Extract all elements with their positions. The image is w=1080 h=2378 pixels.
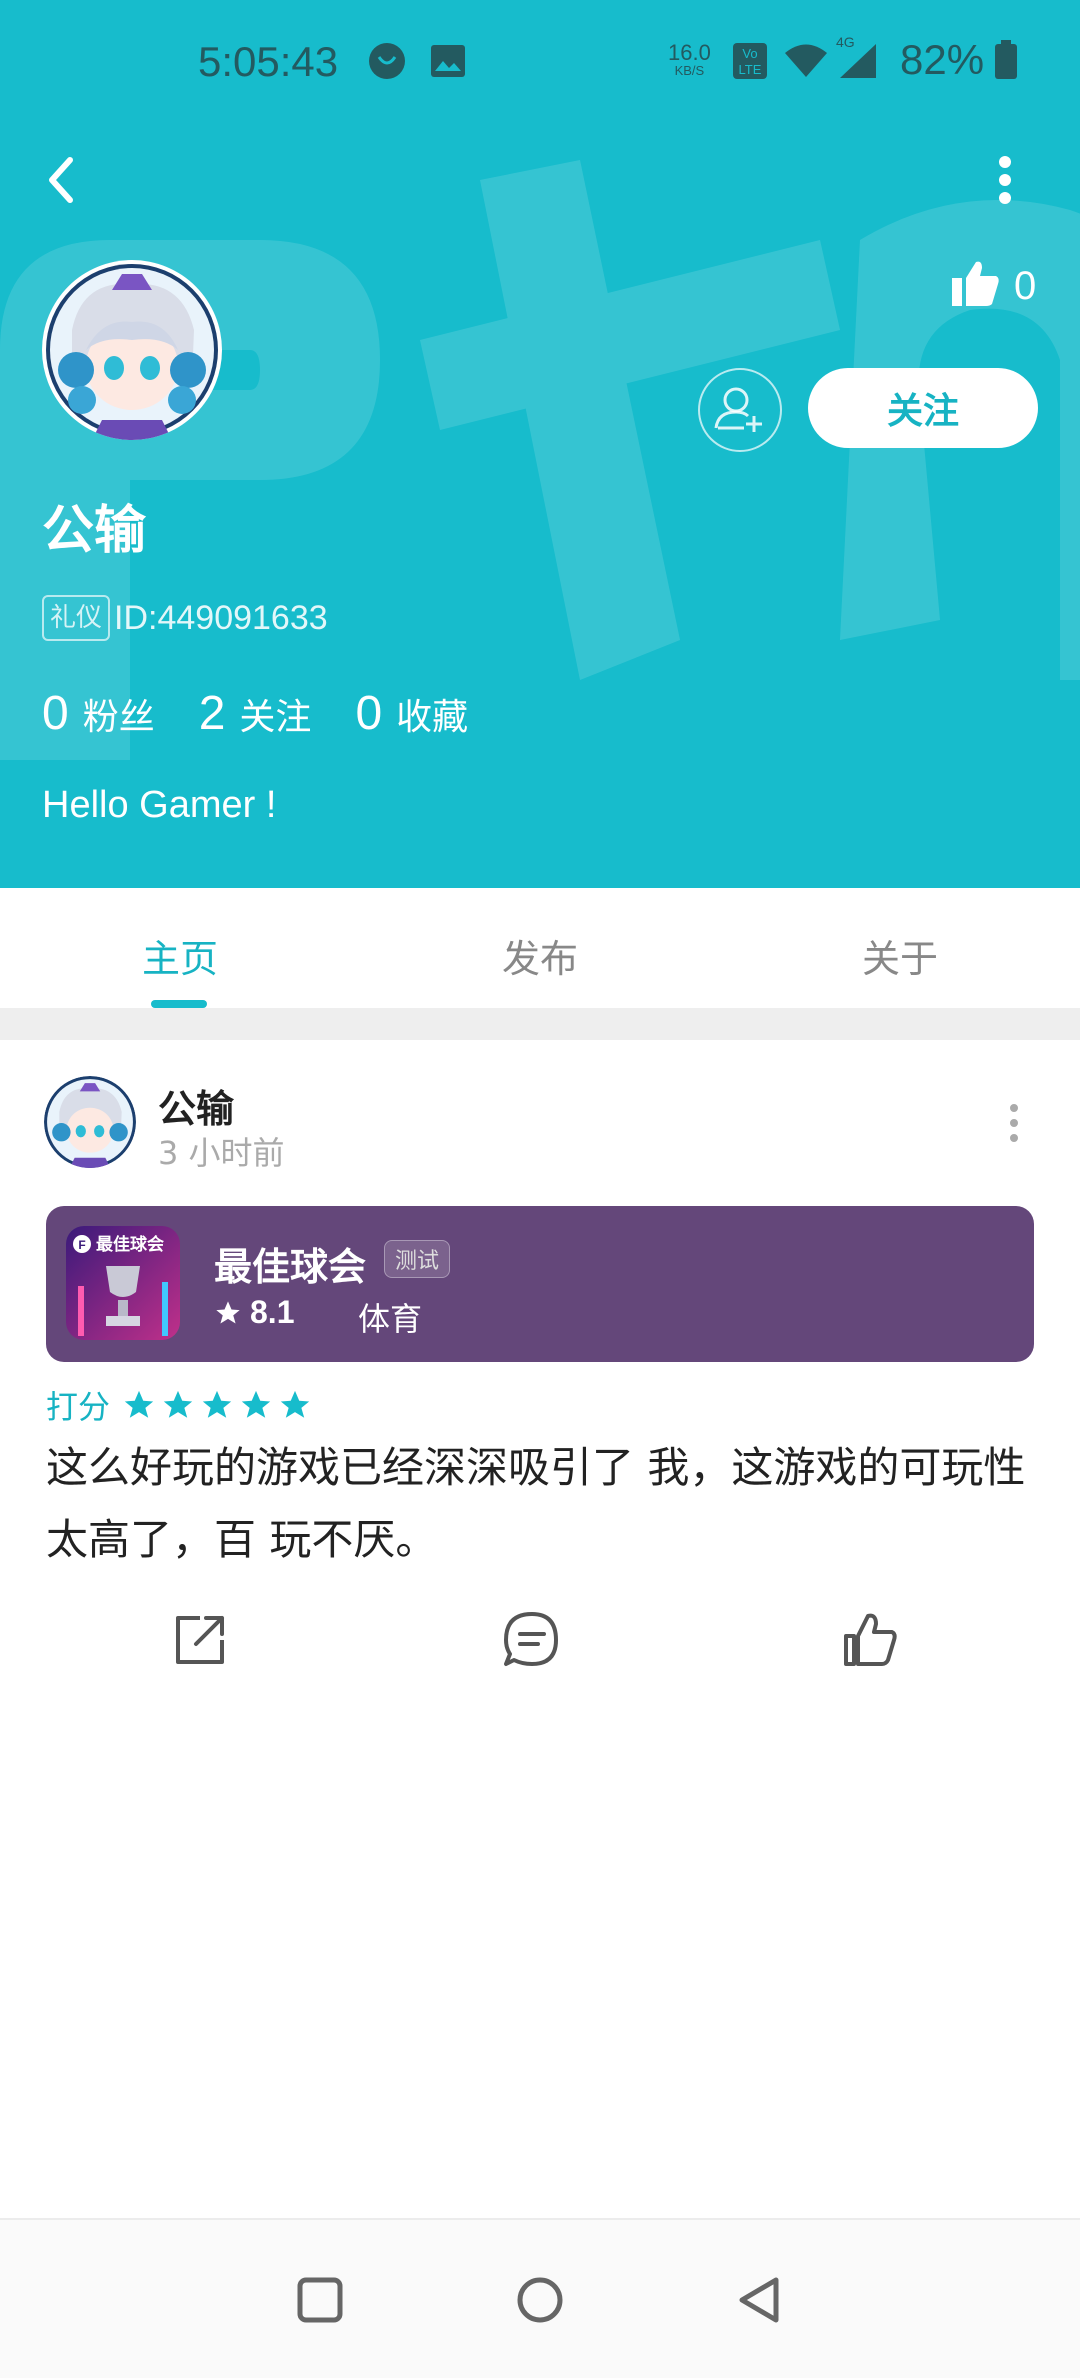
star-icon xyxy=(124,1390,154,1418)
star-icon xyxy=(163,1390,193,1418)
game-title: 最佳球会 xyxy=(214,1245,367,1289)
star-icon xyxy=(216,1300,240,1323)
svg-text:F: F xyxy=(78,1238,85,1252)
game-test-badge: 测试 xyxy=(384,1240,451,1278)
share-icon[interactable] xyxy=(170,1610,230,1670)
profile-username: 公输 xyxy=(42,501,147,561)
profile-header: 5:05:43 16.0 KB/S Vo LTE 4G 82% 0 关注 公输 … xyxy=(0,0,1080,888)
rating-row: 打分 xyxy=(46,1382,317,1428)
post-more-icon[interactable] xyxy=(994,1098,1034,1148)
favorites-label[interactable]: 收藏 xyxy=(396,688,468,740)
recent-apps-icon[interactable] xyxy=(290,2270,350,2330)
post-author-avatar[interactable] xyxy=(44,1076,136,1168)
profile-tabs: 主页 发布 关于 xyxy=(0,888,1080,1008)
fans-label[interactable]: 粉丝 xyxy=(83,688,155,740)
status-bar: 5:05:43 16.0 KB/S Vo LTE 4G 82% xyxy=(0,0,1080,120)
add-user-icon xyxy=(714,387,762,432)
post-content[interactable]: 这么好玩的游戏已经深深吸引了 我，这游戏的可玩性太高了，百 玩不厌。 xyxy=(46,1432,1036,1576)
home-icon[interactable] xyxy=(510,2270,570,2330)
like-icon[interactable] xyxy=(840,1610,900,1670)
tab-posts[interactable]: 发布 xyxy=(440,928,640,983)
watermark-logo xyxy=(0,160,1080,760)
game-card[interactable]: F 最佳球会 最佳球会 测试 8.1 体育 xyxy=(46,1206,1034,1362)
star-icon xyxy=(280,1390,310,1418)
star-icon xyxy=(202,1390,232,1418)
tab-home[interactable]: 主页 xyxy=(80,928,280,983)
tab-about[interactable]: 关于 xyxy=(800,928,1000,983)
fans-count[interactable]: 0 xyxy=(42,686,69,741)
user-tag-badge: 礼仪 xyxy=(42,595,111,641)
star-icon xyxy=(241,1390,271,1418)
follow-button[interactable]: 关注 xyxy=(808,368,1038,448)
net-speed: 16.0 KB/S xyxy=(668,40,711,79)
back-arrow-icon[interactable] xyxy=(38,150,88,210)
following-label[interactable]: 关注 xyxy=(239,688,311,740)
profile-bio: Hello Gamer ! xyxy=(42,784,277,826)
like-counter[interactable]: 0 xyxy=(950,258,1040,314)
back-nav-icon[interactable] xyxy=(730,2270,790,2330)
battery-icon xyxy=(995,40,1017,79)
signal-icon xyxy=(840,44,876,78)
user-id: ID:449091633 xyxy=(114,598,328,637)
favorites-count[interactable]: 0 xyxy=(355,686,382,741)
game-icon: F 最佳球会 xyxy=(66,1226,180,1340)
active-tab-indicator xyxy=(151,1000,207,1008)
post-timestamp: 3 小时前 xyxy=(158,1134,285,1172)
user-id-row: 礼仪 ID:449091633 xyxy=(42,594,328,642)
game-rating: 8.1 xyxy=(214,1294,294,1331)
game-icon-text: 最佳球会 xyxy=(96,1234,164,1255)
notification-icon xyxy=(369,43,405,79)
game-genre: 体育 xyxy=(358,1300,423,1338)
add-friend-button[interactable] xyxy=(698,368,782,452)
volte-icon: VoLTE xyxy=(733,43,767,79)
post-author-name[interactable]: 公输 xyxy=(158,1078,234,1133)
following-count[interactable]: 2 xyxy=(199,686,226,741)
section-divider xyxy=(0,1008,1080,1040)
image-icon xyxy=(431,45,465,77)
battery-percent: 82% xyxy=(900,36,985,83)
game-rating-value: 8.1 xyxy=(250,1294,295,1330)
profile-stats: 0 粉丝 2 关注 0 收藏 xyxy=(42,686,512,741)
svg-text:Vo: Vo xyxy=(742,46,757,61)
status-time: 5:05:43 xyxy=(198,38,339,85)
comment-icon[interactable] xyxy=(502,1610,562,1670)
wifi-icon xyxy=(785,44,827,77)
thumbs-up-icon xyxy=(952,261,999,306)
system-nav-bar xyxy=(0,2218,1080,2378)
like-count: 0 xyxy=(1014,264,1037,308)
profile-avatar[interactable] xyxy=(42,260,222,440)
svg-text:LTE: LTE xyxy=(739,62,762,77)
more-options-icon[interactable] xyxy=(980,150,1030,210)
rating-label: 打分 xyxy=(46,1388,111,1426)
